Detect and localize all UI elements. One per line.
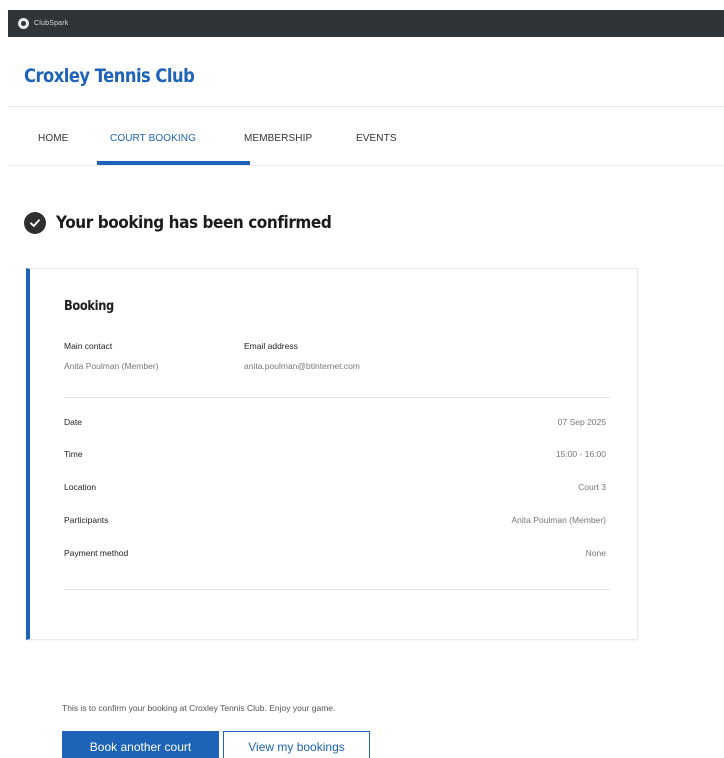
- site-header: Croxley Tennis Club: [8, 37, 724, 107]
- main-contact-value: Anita Poulman (Member): [64, 361, 159, 371]
- detail-label: Location: [64, 482, 97, 492]
- view-my-bookings-button[interactable]: View my bookings: [223, 731, 370, 758]
- page-title: Your booking has been confirmed: [56, 213, 332, 233]
- nav-item-home[interactable]: HOME: [38, 133, 68, 144]
- brand-name[interactable]: ClubSpark: [34, 20, 68, 27]
- main-contact-label: Main contact: [64, 341, 113, 351]
- confirmation-header: Your booking has been confirmed: [24, 212, 362, 234]
- detail-value: 15:00 - 16:00: [555, 449, 606, 459]
- detail-row-participants: Participants Anita Poulman (Member): [64, 515, 610, 529]
- email-value: anita.poulman@btinternet.com: [244, 361, 360, 371]
- detail-row-payment: Payment method None: [64, 548, 610, 562]
- confirmation-message: This is to confirm your booking at Croxl…: [62, 703, 336, 713]
- booking-heading: Booking: [64, 299, 114, 314]
- divider: [64, 397, 610, 398]
- detail-label: Date: [64, 417, 82, 427]
- check-circle-icon: [24, 212, 46, 234]
- nav-item-court-booking[interactable]: COURT BOOKING: [110, 133, 196, 144]
- detail-row-time: Time 15:00 - 16:00: [64, 449, 610, 463]
- booking-card: Booking Main contact Anita Poulman (Memb…: [26, 268, 638, 640]
- divider: [64, 589, 610, 590]
- detail-label: Time: [64, 449, 83, 459]
- main-nav: HOME COURT BOOKING MEMBERSHIP EVENTS: [8, 108, 724, 166]
- nav-item-events[interactable]: EVENTS: [356, 133, 397, 144]
- detail-value: Court 3: [578, 482, 606, 492]
- book-another-court-button[interactable]: Book another court: [62, 731, 219, 758]
- top-bar: ClubSpark: [8, 10, 724, 37]
- club-title[interactable]: Croxley Tennis Club: [24, 65, 195, 87]
- detail-value: None: [585, 548, 606, 558]
- email-label: Email address: [244, 341, 298, 351]
- active-tab-indicator: [97, 161, 250, 165]
- clubspark-logo-icon[interactable]: [18, 18, 29, 29]
- detail-value: 07 Sep 2025: [557, 417, 606, 427]
- detail-row-date: Date 07 Sep 2025: [64, 417, 610, 431]
- detail-label: Participants: [64, 515, 109, 525]
- detail-value: Anita Poulman (Member): [511, 515, 606, 525]
- nav-item-membership[interactable]: MEMBERSHIP: [244, 133, 312, 144]
- detail-label: Payment method: [64, 548, 129, 558]
- detail-row-location: Location Court 3: [64, 482, 610, 496]
